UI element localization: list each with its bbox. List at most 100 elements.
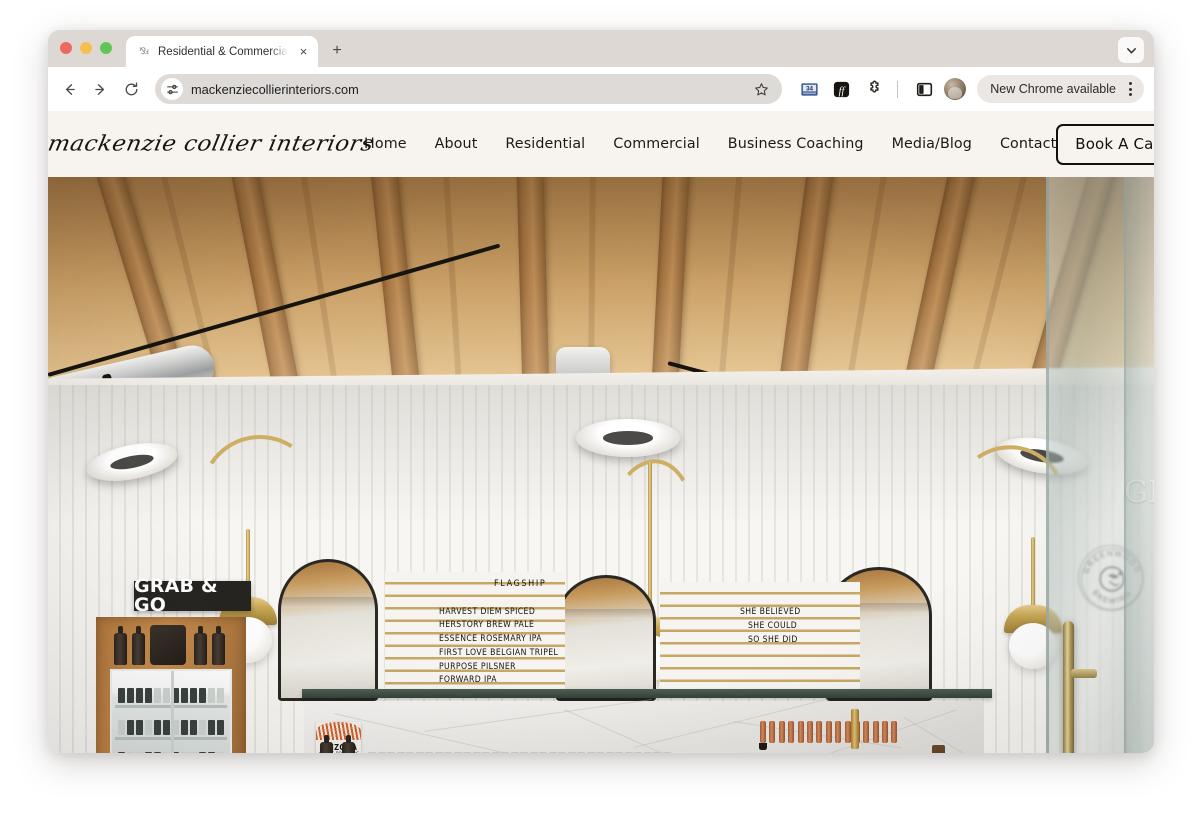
page-viewport: mackenzie collier interiors Home About R… bbox=[48, 111, 1154, 753]
browser-tab[interactable]: ⅋ⅎ Residential & Commercial De × bbox=[126, 36, 318, 67]
nav-item-commercial[interactable]: Commercial bbox=[613, 136, 700, 152]
menu-item: ESSENCE ROSEMARY IPA bbox=[439, 634, 542, 644]
beer-tap bbox=[825, 721, 832, 743]
close-window-button[interactable] bbox=[60, 41, 72, 54]
growler-bottle bbox=[114, 626, 127, 665]
window-traffic-lights bbox=[60, 30, 126, 67]
glassware-row bbox=[368, 752, 671, 753]
nav-item-media-blog[interactable]: Media/Blog bbox=[892, 136, 972, 152]
menu-heading: FLAGSHIP bbox=[494, 579, 547, 589]
beer-tap-row bbox=[760, 721, 898, 743]
ceiling-fan bbox=[576, 419, 680, 457]
svg-text:34: 34 bbox=[806, 85, 813, 92]
upper-green-shelf bbox=[302, 689, 992, 698]
beer-tap bbox=[844, 721, 851, 743]
display-box bbox=[150, 625, 186, 665]
side-panel-icon bbox=[916, 82, 932, 96]
reading-list-icon: 34 bbox=[801, 82, 818, 96]
new-tab-button[interactable]: + bbox=[324, 38, 350, 64]
beer-tap bbox=[872, 721, 879, 743]
wall-quote-line: SO SHE DID bbox=[748, 635, 798, 645]
puzzle-icon bbox=[870, 80, 879, 93]
sunburst-graphic bbox=[316, 722, 361, 740]
forward-button[interactable] bbox=[85, 74, 115, 104]
beer-tap bbox=[760, 721, 766, 743]
beer-tap bbox=[863, 721, 870, 743]
back-button[interactable] bbox=[54, 74, 84, 104]
nav-item-about[interactable]: About bbox=[435, 136, 478, 152]
growler-bottle bbox=[212, 626, 225, 665]
beer-tap bbox=[806, 721, 813, 743]
chrome-update-pill[interactable]: New Chrome available bbox=[977, 75, 1144, 103]
minimize-window-button[interactable] bbox=[80, 41, 92, 54]
menu-dot bbox=[1128, 93, 1132, 96]
close-tab-icon[interactable]: × bbox=[295, 43, 312, 60]
beer-tap bbox=[788, 721, 795, 743]
menu-item: FIRST LOVE BELGIAN TRIPEL bbox=[439, 648, 559, 658]
hero-image: FLAGSHIP HARVEST DIEM SPICED HERSTORY BR… bbox=[48, 177, 1154, 753]
glass-door-refrigerator bbox=[110, 669, 232, 753]
growler-bottle bbox=[132, 626, 145, 665]
door-frame bbox=[1124, 177, 1154, 753]
beer-tap bbox=[816, 721, 823, 743]
browser-window: ⅋ⅎ Residential & Commercial De × + bbox=[48, 30, 1154, 753]
arrow-left-icon bbox=[65, 83, 75, 95]
handle-mount bbox=[1071, 669, 1097, 678]
tab-strip: ⅋ⅎ Residential & Commercial De × + bbox=[48, 30, 1154, 67]
menu-dot bbox=[1128, 82, 1132, 85]
nav-item-contact[interactable]: Contact bbox=[1000, 136, 1056, 152]
extensions-puzzle-icon[interactable] bbox=[860, 76, 886, 102]
toolbar-divider bbox=[897, 80, 899, 98]
profile-avatar[interactable] bbox=[944, 78, 967, 100]
maximize-window-button[interactable] bbox=[100, 41, 112, 54]
growler-bottle bbox=[342, 735, 355, 753]
url-text: mackenziecollierinteriors.com bbox=[191, 81, 359, 97]
tap-tower bbox=[851, 709, 859, 749]
grab-and-go-text: GRAB & GO bbox=[134, 575, 218, 616]
wooden-shelving-unit bbox=[96, 617, 246, 753]
main-navigation: Home About Residential Commercial Busine… bbox=[328, 136, 1056, 152]
reading-list-extension-icon[interactable]: 34 bbox=[796, 76, 822, 102]
menu-item: FORWARD IPA bbox=[439, 675, 497, 685]
menu-dot bbox=[1128, 87, 1132, 91]
font-extension-icon[interactable]: ff bbox=[828, 76, 854, 102]
site-settings-icon[interactable] bbox=[161, 78, 183, 100]
pendant-rod bbox=[1031, 537, 1035, 609]
nav-item-residential[interactable]: Residential bbox=[505, 136, 585, 152]
tune-icon bbox=[166, 84, 178, 94]
beer-tap bbox=[891, 721, 898, 743]
arrow-right-icon bbox=[94, 83, 104, 95]
shelf-merchandise bbox=[104, 621, 238, 665]
chrome-update-label: New Chrome available bbox=[990, 82, 1116, 96]
side-panel-button[interactable] bbox=[911, 76, 937, 102]
arched-mirror bbox=[278, 559, 378, 701]
growler-bottle bbox=[194, 626, 207, 665]
menu-item: PURPOSE PILSNER bbox=[439, 662, 516, 672]
bookmark-star-icon[interactable] bbox=[750, 78, 772, 100]
tab-favicon-icon: ⅋ⅎ bbox=[139, 46, 149, 56]
address-bar[interactable]: mackenziecollierinteriors.com bbox=[155, 74, 783, 104]
italic-f-icon: ff bbox=[833, 81, 849, 97]
growler-bottle bbox=[320, 735, 333, 753]
door-pull-handle bbox=[1063, 621, 1074, 753]
wall-quote-line: SHE COULD bbox=[748, 621, 798, 631]
reload-icon bbox=[125, 82, 137, 95]
chrome-menu-button[interactable] bbox=[1120, 77, 1140, 101]
site-logo[interactable]: mackenzie collier interiors bbox=[48, 131, 376, 155]
tab-search-button[interactable] bbox=[1118, 37, 1144, 63]
glass-entry-door: GRE bbox=[1046, 177, 1154, 753]
nav-item-business-coaching[interactable]: Business Coaching bbox=[728, 136, 864, 152]
chevron-down-icon bbox=[1126, 47, 1136, 53]
wall-quote-line: SHE BELIEVED bbox=[740, 607, 801, 617]
beer-tap bbox=[797, 721, 804, 743]
beer-tap bbox=[882, 721, 889, 743]
tab-title: Residential & Commercial De bbox=[158, 45, 288, 58]
reload-button[interactable] bbox=[116, 74, 146, 104]
grab-and-go-sign: GRAB & GO bbox=[134, 577, 251, 615]
site-header: mackenzie collier interiors Home About R… bbox=[48, 111, 1154, 177]
book-a-call-button[interactable]: Book A Call Today bbox=[1056, 123, 1154, 165]
cutting-board bbox=[932, 745, 945, 753]
menu-item: HARVEST DIEM SPICED bbox=[439, 607, 536, 617]
beer-tap bbox=[835, 721, 842, 743]
star-icon bbox=[754, 82, 768, 95]
